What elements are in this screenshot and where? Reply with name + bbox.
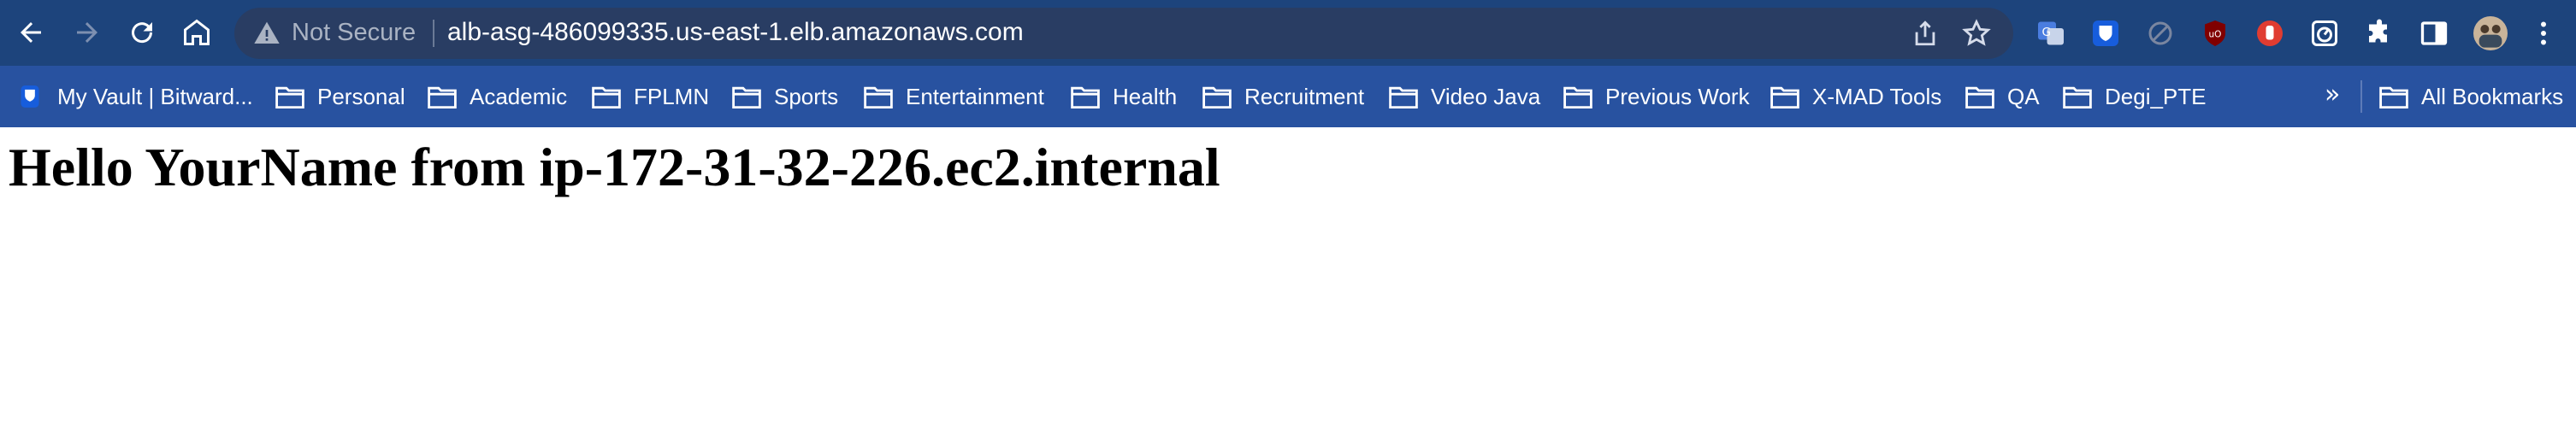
folder-icon	[2063, 85, 2092, 108]
arrow-right-icon	[77, 22, 97, 43]
bookmarks-overflow-button[interactable]: »	[2325, 79, 2340, 109]
warning-icon	[254, 21, 280, 44]
svg-text:uO: uO	[2209, 30, 2222, 40]
home-button[interactable]	[180, 15, 214, 50]
bookmark-label: Personal	[317, 83, 405, 109]
folder-icon	[1770, 85, 1799, 108]
avatar[interactable]	[2473, 16, 2508, 50]
bookmark-label: Academic	[470, 83, 568, 109]
bookmark-x-mad-tools[interactable]: X-MAD Tools	[1770, 81, 1941, 112]
bookmark-degi-pte[interactable]: Degi_PTE	[2063, 81, 2207, 112]
tracker-icon[interactable]	[2145, 18, 2176, 49]
folder-icon	[1965, 85, 1994, 108]
folder-icon	[1563, 85, 1592, 108]
svg-text:G: G	[2042, 26, 2051, 39]
page-content: Hello YourName from ip-172-31-32-226.ec2…	[0, 127, 2576, 422]
omnibox-divider	[433, 20, 434, 47]
bookmark-recruitment[interactable]: Recruitment	[1202, 81, 1364, 112]
bitwarden-icon[interactable]	[2090, 18, 2121, 49]
url-text[interactable]: alb-asg-486099335.us-east-1.elb.amazonaw…	[447, 18, 1024, 47]
folder-icon	[1389, 85, 1418, 108]
bookmark-label: Video Java	[1431, 83, 1541, 109]
gauge-icon[interactable]	[2309, 18, 2340, 49]
page-heading: Hello YourName from ip-172-31-32-226.ec2…	[9, 137, 1220, 197]
bookmark-entertainment[interactable]: Entertainment	[864, 81, 1044, 112]
bitwarden-icon	[15, 85, 44, 108]
bookmark-label: QA	[2007, 83, 2040, 109]
folder-icon	[732, 85, 761, 108]
menu-dots-icon[interactable]	[2528, 18, 2559, 49]
bookmark-health[interactable]: Health	[1071, 81, 1177, 112]
bookmark-fplmn[interactable]: FPLMN	[592, 81, 709, 112]
bookmark-bitwarden[interactable]: My Vault | Bitward...	[15, 81, 253, 112]
bookmark-video-java[interactable]: Video Java	[1389, 81, 1540, 112]
ublock-icon[interactable]: uO	[2200, 18, 2230, 49]
folder-icon	[428, 85, 457, 108]
bookmark-label: My Vault | Bitward...	[57, 83, 253, 109]
bookmark-label: Recruitment	[1244, 83, 1365, 109]
bookmark-label: Degi_PTE	[2105, 83, 2207, 109]
bookmark-label: Previous Work	[1605, 83, 1750, 109]
bookmark-label: Sports	[774, 83, 839, 109]
bookmark-star-icon[interactable]	[1962, 19, 1991, 48]
folder-icon	[275, 85, 304, 108]
puzzle-icon[interactable]	[2364, 18, 2395, 49]
address-bar[interactable]: Not Secure alb-asg-486099335.us-east-1.e…	[234, 8, 2013, 59]
folder-icon	[864, 85, 893, 108]
home-icon	[184, 19, 210, 45]
bookmark-academic[interactable]: Academic	[428, 81, 567, 112]
folder-icon	[1202, 85, 1232, 108]
all-bookmarks-button[interactable]: All Bookmarks	[2379, 81, 2563, 112]
google-translate-icon[interactable]: G	[2035, 18, 2066, 49]
bookmark-label: Entertainment	[906, 83, 1044, 109]
bookmark-label: All Bookmarks	[2421, 83, 2564, 109]
reload-button[interactable]	[125, 15, 159, 50]
share-icon[interactable]	[1911, 19, 1940, 48]
bookmark-previous-work[interactable]: Previous Work	[1563, 81, 1750, 112]
folder-icon	[2379, 85, 2408, 108]
bookmark-label: X-MAD Tools	[1812, 83, 1942, 109]
side-panel-icon[interactable]	[2419, 18, 2449, 49]
arrow-left-icon	[21, 22, 41, 43]
reload-icon	[132, 22, 153, 44]
bookmark-qa[interactable]: QA	[1965, 81, 2040, 112]
folder-icon	[1071, 85, 1100, 108]
forward-button[interactable]	[70, 15, 104, 50]
stop-hand-icon[interactable]	[2254, 18, 2285, 49]
bookmarks-bar: My Vault | Bitward... Personal Academic …	[0, 66, 2576, 127]
bookmarks-divider	[2360, 80, 2362, 113]
bookmark-label: FPLMN	[634, 83, 710, 109]
security-status[interactable]: Not Secure	[292, 19, 416, 47]
bookmark-sports[interactable]: Sports	[732, 81, 838, 112]
back-button[interactable]	[14, 15, 48, 50]
folder-icon	[592, 85, 621, 108]
browser-toolbar: Not Secure alb-asg-486099335.us-east-1.e…	[0, 0, 2576, 66]
bookmark-personal[interactable]: Personal	[275, 81, 405, 112]
bookmark-label: Health	[1113, 83, 1178, 109]
